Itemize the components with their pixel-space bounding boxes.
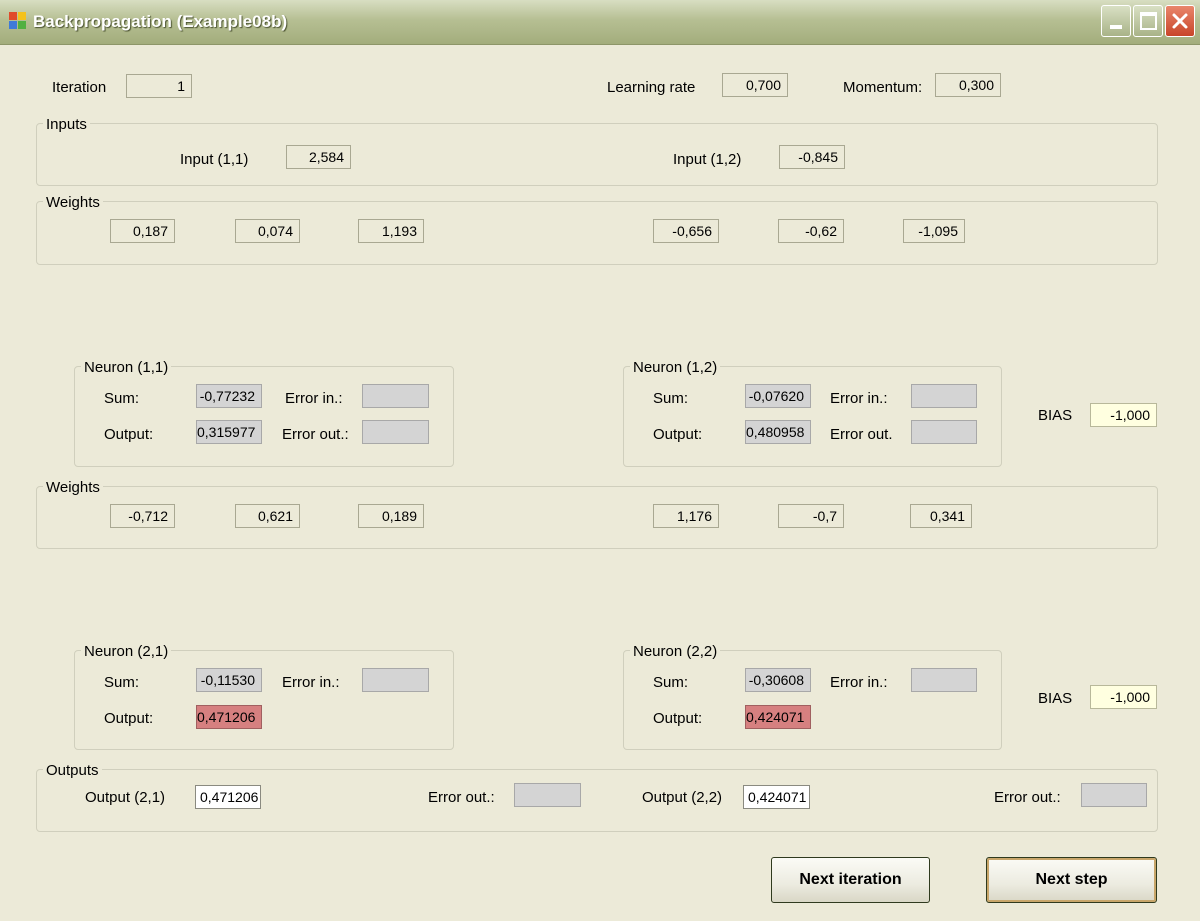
minimize-icon: [1110, 25, 1122, 29]
neuron-1-1-output-label: Output:: [104, 426, 154, 443]
weight-2-3-field[interactable]: 0,189: [358, 504, 424, 528]
neuron-1-2-output-label: Output:: [653, 426, 703, 443]
iteration-field[interactable]: 1: [126, 74, 192, 98]
weight-5-field[interactable]: -0,62: [778, 219, 844, 243]
bias-2-label: BIAS: [1038, 690, 1073, 707]
neuron-1-1-error-in-field: [362, 384, 429, 408]
neuron-1-2-error-out-label: Error out.: [830, 426, 893, 443]
bias-2-field[interactable]: -1,000: [1090, 685, 1157, 709]
input-1-2-label: Input (1,2): [673, 151, 742, 168]
neuron-1-2-error-out-field: [911, 420, 977, 444]
output-2-2-field[interactable]: 0,424071: [743, 785, 810, 809]
weight-6-field[interactable]: -1,095: [903, 219, 965, 243]
neuron-1-2-sum-field: -0,07620: [745, 384, 811, 408]
neuron-1-2-group: [623, 366, 1002, 467]
error-out-2-label: Error out.:: [994, 789, 1061, 806]
inputs-group-title: Inputs: [43, 116, 90, 134]
output-2-2-label: Output (2,2): [642, 789, 723, 806]
next-iteration-button[interactable]: Next iteration: [771, 857, 930, 903]
neuron-1-2-title: Neuron (1,2): [630, 359, 721, 377]
momentum-field[interactable]: 0,300: [935, 73, 1001, 97]
input-1-2-field[interactable]: -0,845: [779, 145, 845, 169]
neuron-2-1-title: Neuron (2,1): [81, 643, 172, 661]
neuron-2-1-sum-label: Sum:: [104, 674, 140, 691]
close-icon: [1172, 13, 1188, 29]
neuron-1-2-sum-label: Sum:: [653, 390, 689, 407]
input-1-1-field[interactable]: 2,584: [286, 145, 351, 169]
title-bar[interactable]: Backpropagation (Example08b): [0, 0, 1200, 45]
iteration-label: Iteration: [52, 79, 107, 96]
output-2-1-label: Output (2,1): [85, 789, 166, 806]
neuron-1-1-sum-field: -0,77232: [196, 384, 262, 408]
neuron-2-1-output-field: 0,471206: [196, 705, 262, 729]
weights-group-2-title: Weights: [43, 479, 103, 497]
weights-group-1-title: Weights: [43, 194, 103, 212]
neuron-2-2-error-in-label: Error in.:: [830, 674, 888, 691]
weight-2-1-field[interactable]: -0,712: [110, 504, 175, 528]
close-button[interactable]: [1165, 5, 1195, 37]
weights-group-1: [36, 201, 1158, 265]
neuron-2-2-sum-label: Sum:: [653, 674, 689, 691]
neuron-1-1-output-field: 0,315977: [196, 420, 262, 444]
neuron-1-1-group: [74, 366, 454, 467]
neuron-2-2-sum-field: -0,30608: [745, 668, 811, 692]
neuron-1-1-error-in-label: Error in.:: [285, 390, 343, 407]
weight-2-4-field[interactable]: 1,176: [653, 504, 719, 528]
bias-1-label: BIAS: [1038, 407, 1073, 424]
maximize-button[interactable]: [1133, 5, 1163, 37]
neuron-1-2-output-field: 0,480958: [745, 420, 811, 444]
neuron-1-1-error-out-label: Error out.:: [282, 426, 349, 443]
learning-rate-label: Learning rate: [607, 79, 696, 96]
weight-2-6-field[interactable]: 0,341: [910, 504, 972, 528]
weight-2-2-field[interactable]: 0,621: [235, 504, 300, 528]
neuron-1-1-sum-label: Sum:: [104, 390, 140, 407]
bias-1-field[interactable]: -1,000: [1090, 403, 1157, 427]
neuron-2-2-group: [623, 650, 1002, 750]
output-2-1-field[interactable]: 0,471206: [195, 785, 261, 809]
momentum-label: Momentum:: [843, 79, 923, 96]
neuron-2-1-group: [74, 650, 454, 750]
maximize-icon: [1140, 12, 1157, 30]
minimize-button[interactable]: [1101, 5, 1131, 37]
neuron-2-2-error-in-field: [911, 668, 977, 692]
weight-4-field[interactable]: -0,656: [653, 219, 719, 243]
neuron-1-1-error-out-field: [362, 420, 429, 444]
weights-group-2: [36, 486, 1158, 549]
next-step-button[interactable]: Next step: [986, 857, 1157, 903]
weight-2-5-field[interactable]: -0,7: [778, 504, 844, 528]
error-out-1-field: [514, 783, 581, 807]
window-title: Backpropagation (Example08b): [33, 12, 288, 31]
learning-rate-field[interactable]: 0,700: [722, 73, 788, 97]
neuron-2-1-error-in-field: [362, 668, 429, 692]
neuron-1-2-error-in-label: Error in.:: [830, 390, 888, 407]
weight-3-field[interactable]: 1,193: [358, 219, 424, 243]
main-window: Backpropagation (Example08b) Iteration 1…: [0, 0, 1200, 921]
neuron-2-1-output-label: Output:: [104, 710, 154, 727]
error-out-1-label: Error out.:: [428, 789, 495, 806]
neuron-1-2-error-in-field: [911, 384, 977, 408]
neuron-2-2-output-field: 0,424071: [745, 705, 811, 729]
weight-2-field[interactable]: 0,074: [235, 219, 300, 243]
neuron-2-2-output-label: Output:: [653, 710, 703, 727]
error-out-2-field: [1081, 783, 1147, 807]
neuron-2-1-sum-field: -0,11530: [196, 668, 262, 692]
app-icon: [9, 12, 27, 30]
neuron-2-1-error-in-label: Error in.:: [282, 674, 340, 691]
neuron-1-1-title: Neuron (1,1): [81, 359, 172, 377]
input-1-1-label: Input (1,1): [180, 151, 249, 168]
weight-1-field[interactable]: 0,187: [110, 219, 175, 243]
outputs-group-title: Outputs: [43, 762, 102, 780]
neuron-2-2-title: Neuron (2,2): [630, 643, 721, 661]
